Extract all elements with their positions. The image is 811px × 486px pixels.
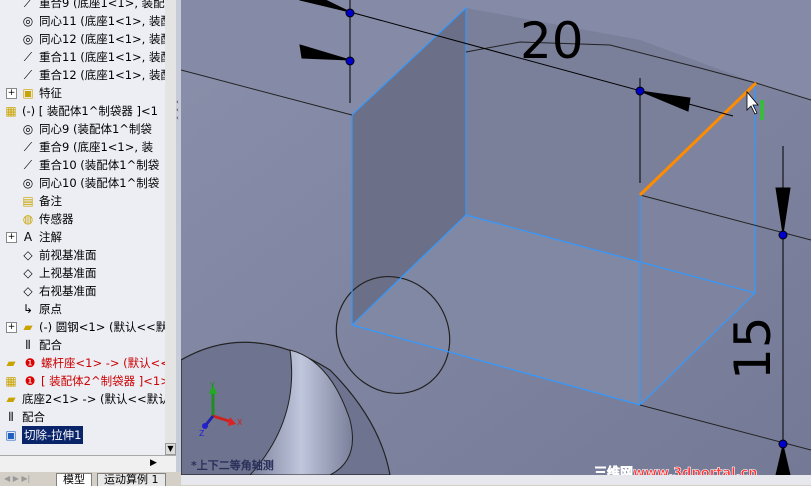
tab-nav-arrows[interactable]: ◀ ▶ ▶|	[4, 474, 30, 483]
tree-item-label: 螺杆座<1> -> (默认<<默	[41, 356, 165, 370]
dimension-15-label[interactable]: 15	[724, 316, 782, 380]
expand-toggle[interactable]: +	[6, 88, 17, 99]
tree-item[interactable]: ◇ 前视基准面	[20, 246, 97, 264]
tree-item[interactable]: ▣ 特征	[20, 84, 62, 102]
tree-item[interactable]: ▰ 底座2<1> -> (默认<<默认	[3, 390, 165, 408]
part-icon: ▰	[23, 320, 33, 334]
tree-item-label: 重合12 (底座1<1>, 装配	[39, 68, 165, 82]
tree-item[interactable]: ⟋ 重合9 (底座1<1>, 装配	[20, 0, 165, 12]
tree-item[interactable]: ▤ 备注	[20, 192, 62, 210]
concentric-icon: ◎	[22, 14, 34, 28]
tree-item-label: [ 装配体2^制袋器 ]<1>	[41, 374, 165, 388]
tab-motion-study[interactable]: 运动算例 1	[97, 473, 166, 486]
tree-horizontal-scrollbar[interactable]: ▶	[0, 455, 176, 473]
tree-item-label: 切除-拉伸1	[22, 426, 84, 444]
collapse-panel-icon[interactable]: ‹ ‹ ‹	[176, 98, 179, 122]
tree-item-label: 上视基准面	[39, 266, 97, 280]
tree-item[interactable]: ◎ 同心9 (装配体1^制袋	[20, 120, 152, 138]
warning-icon: ❶	[24, 356, 36, 370]
tree-item-label: 前视基准面	[39, 248, 97, 262]
tree-item[interactable]: ⟋ 重合9 (底座1<1>, 装	[20, 138, 153, 156]
tree-item-label: 底座2<1> -> (默认<<默认	[22, 392, 165, 406]
tree-item-label: 同心11 (底座1<1>, 装配	[39, 14, 165, 28]
dimension-20-label[interactable]: 20	[520, 12, 584, 70]
concentric-icon: ◎	[22, 32, 34, 46]
tree-item[interactable]: ◇ 上视基准面	[20, 264, 97, 282]
tree-item[interactable]: A 注解	[20, 228, 62, 246]
svg-text:Z: Z	[199, 429, 205, 438]
warning-icon: ❶	[24, 374, 36, 388]
expand-toggle[interactable]: +	[6, 232, 17, 243]
tree-item[interactable]: ◇ 右视基准面	[20, 282, 97, 300]
tree-item[interactable]: ◎ 同心12 (底座1<1>, 装配	[20, 30, 165, 48]
bottom-tabs: ◀ ▶ ▶| 模型 运动算例 1	[0, 472, 181, 486]
tree-item-label: (-) [ 装配体1^制袋器 ]<1	[22, 104, 158, 118]
coincident-icon: ⟋	[23, 68, 33, 82]
tree-item-label: 特征	[39, 86, 62, 100]
sensor-folder-icon: ◍	[22, 212, 34, 226]
tree-item-label: 同心9 (装配体1^制袋	[39, 122, 152, 136]
tree-vertical-scrollbar[interactable]: ▼	[165, 0, 176, 455]
plane-icon: ◇	[23, 266, 33, 280]
tree-item[interactable]: ↳ 原点	[20, 300, 62, 318]
coincident-icon: ⟋	[23, 158, 33, 172]
tree-item-label: 注解	[39, 230, 62, 244]
tree-item-label: 配合	[39, 338, 62, 352]
mates-icon: ⫴	[25, 338, 31, 352]
tab-model[interactable]: 模型	[56, 473, 92, 486]
tree-item-label: 传感器	[39, 212, 74, 226]
graphics-viewport[interactable]: 20 15 Y X Z *上下二等角轴测 三维网www.3dportal.cn	[181, 0, 811, 475]
subassembly-icon: ▦	[5, 104, 17, 118]
tree-item[interactable]: ⫴ 配合	[3, 408, 45, 426]
cut-extrude-icon: ▣	[5, 428, 17, 442]
plane-icon: ◇	[23, 248, 33, 262]
origin-icon: ↳	[22, 302, 34, 316]
tree-item[interactable]: ⟋ 重合12 (底座1<1>, 装配	[20, 66, 165, 84]
expand-toggle[interactable]: +	[6, 322, 17, 333]
coincident-fixed-icon: ⟋	[23, 140, 33, 154]
svg-text:Y: Y	[209, 381, 215, 390]
tree-item-label: 重合10 (装配体1^制袋	[39, 158, 160, 172]
tree-item[interactable]: ▦ ❶ [ 装配体2^制袋器 ]<1>	[3, 372, 165, 390]
part-icon: ▰	[6, 392, 16, 406]
tree-item[interactable]: ⫴ 配合	[20, 336, 62, 354]
tree-item-label: 备注	[39, 194, 62, 208]
watermark: 三维网www.3dportal.cn	[594, 465, 757, 475]
annotations-icon: A	[23, 230, 33, 244]
notes-folder-icon: ▤	[22, 194, 34, 208]
tree-item[interactable]: ▣ 切除-拉伸1	[3, 426, 84, 444]
tree-item[interactable]: ◎ 同心11 (底座1<1>, 装配	[20, 12, 165, 30]
tree-item-label: 原点	[39, 302, 62, 316]
tree-item-label: 重合11 (底座1<1>, 装配	[39, 50, 165, 64]
tree-item[interactable]: ⟋ 重合10 (装配体1^制袋	[20, 156, 159, 174]
coincident-icon: ⟋	[23, 0, 33, 10]
feature-manager-tree: ⟋ 重合9 (底座1<1>, 装配 ◎ 同心11 (底座1<1>, 装配 ◎ 同心12 (…	[0, 0, 165, 455]
tree-item[interactable]: ▰ ❶ 螺杆座<1> -> (默认<<默	[3, 354, 165, 372]
concentric-icon: ◎	[22, 176, 34, 190]
tree-item-label: 重合9 (底座1<1>, 装配	[39, 0, 165, 10]
tree-item-label: 同心10 (装配体1^制袋	[39, 176, 160, 190]
tree-item[interactable]: ▦ (-) [ 装配体1^制袋器 ]<1	[3, 102, 158, 120]
tree-item[interactable]: ⟋ 重合11 (底座1<1>, 装配	[20, 48, 165, 66]
tree-item-label: 右视基准面	[39, 284, 97, 298]
features-folder-icon: ▣	[22, 86, 34, 100]
concentric-fixed-icon: ◎	[22, 122, 34, 136]
tree-item-label: 同心12 (底座1<1>, 装配	[39, 32, 165, 46]
plane-icon: ◇	[23, 284, 33, 298]
tree-item-label: 配合	[22, 410, 45, 424]
subassembly-warning-icon: ▦	[5, 374, 17, 388]
mates-icon: ⫴	[8, 410, 14, 424]
tree-item[interactable]: ◎ 同心10 (装配体1^制袋	[20, 174, 159, 192]
tree-item-label: 重合9 (底座1<1>, 装	[39, 140, 154, 154]
scroll-down-button[interactable]: ▼	[165, 443, 176, 455]
coincident-icon: ⟋	[23, 50, 33, 64]
svg-text:X: X	[237, 418, 243, 427]
tree-item[interactable]: ◍ 传感器	[20, 210, 74, 228]
part-warning-icon: ▰	[6, 356, 16, 370]
view-orientation-label: *上下二等角轴测	[191, 458, 274, 472]
tree-item[interactable]: ▰ (-) 圆钢<1> (默认<<默	[20, 318, 165, 336]
tree-item-label: (-) 圆钢<1> (默认<<默	[39, 320, 165, 334]
status-strip	[181, 475, 811, 485]
scroll-right-button[interactable]: ▶	[150, 458, 162, 471]
